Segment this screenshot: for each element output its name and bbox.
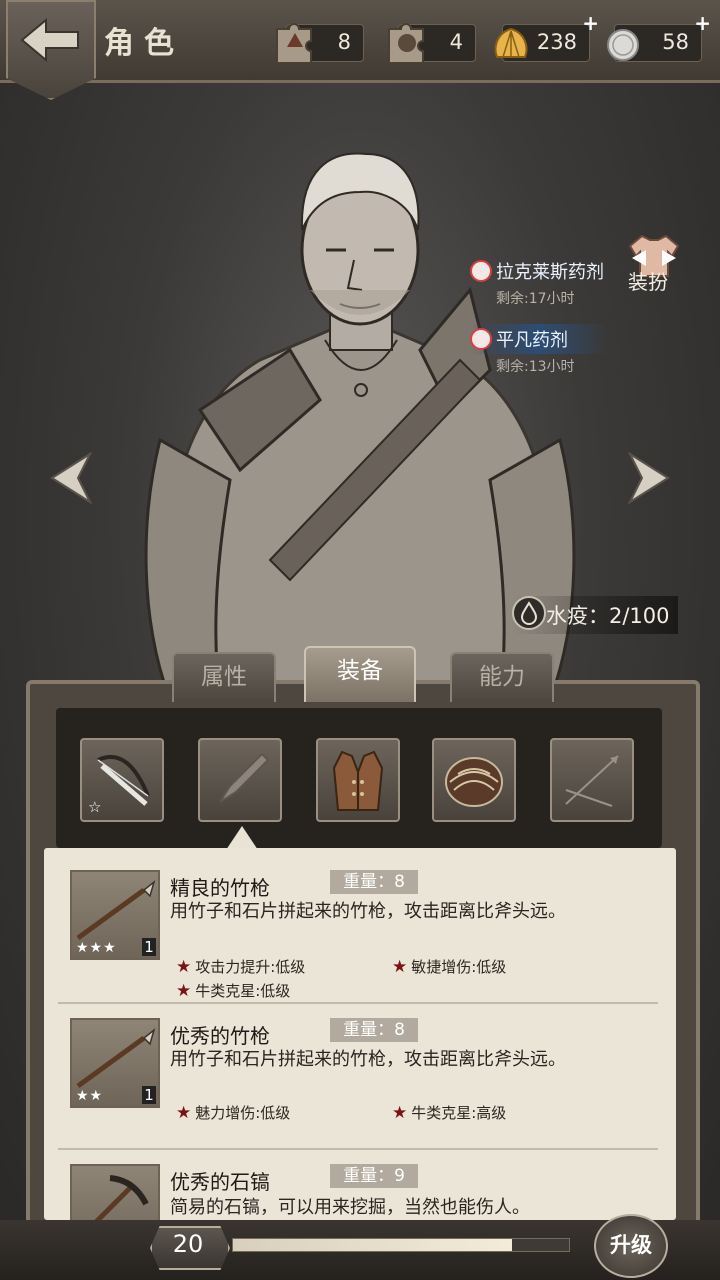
- item-weight: 重量：8: [330, 870, 418, 894]
- character-fragment-icon: [381, 15, 433, 71]
- puzzle-count: 8: [337, 30, 351, 54]
- tab-equipment[interactable]: 装备: [304, 646, 416, 702]
- back-arrow-icon: [20, 17, 79, 63]
- item-name: 精良的竹枪: [170, 876, 270, 900]
- next-character-button[interactable]: [626, 451, 672, 508]
- buff-rakles-potion[interactable]: 拉克莱斯药剂 剩余:17小时: [470, 256, 644, 308]
- plague-value: 水疫：2/100: [546, 604, 670, 628]
- potion-icon: [470, 328, 492, 350]
- item-description: 用竹子和石片拼起来的竹枪，攻击距离比斧头远。: [170, 901, 566, 922]
- prev-character-button[interactable]: [48, 451, 94, 508]
- slot-arrows[interactable]: [550, 738, 634, 822]
- top-bar: 角色 8 4 238 + 58 +: [0, 0, 720, 100]
- slot-dagger[interactable]: [198, 738, 282, 822]
- list-divider: [58, 1002, 658, 1004]
- item-weight: 重量：8: [330, 1018, 418, 1042]
- item-attribute: 敏捷增伤:低级: [392, 956, 506, 977]
- experience-fill: [233, 1239, 512, 1251]
- shell-shield-icon: [445, 757, 503, 807]
- add-coin-icon[interactable]: +: [694, 11, 711, 35]
- puzzle-icon: [269, 15, 321, 71]
- fragment-count: 4: [449, 30, 463, 54]
- item-count: 1: [142, 1086, 156, 1104]
- shell-resource[interactable]: 238 +: [494, 11, 599, 62]
- item-attribute: 攻击力提升:低级: [176, 956, 305, 977]
- tab-attributes[interactable]: 属性: [172, 652, 276, 702]
- puzzle-resource[interactable]: 8: [276, 23, 364, 64]
- fragment-resource[interactable]: 4: [388, 23, 476, 64]
- plague-status: 水疫：2/100: [512, 596, 678, 634]
- item-thumbnail: ★★★ 1: [70, 870, 160, 960]
- item-thumbnail: [70, 1164, 160, 1220]
- page-title: 角色: [104, 26, 184, 61]
- buff-time: 剩余:13小时: [496, 359, 575, 375]
- item-description: 简易的石镐，可以用来挖掘，当然也能伤人。: [170, 1197, 530, 1218]
- character-stage: 装扮 拉克莱斯药剂 剩余:17小时 平凡药剂 剩余:13小时: [0, 80, 720, 740]
- list-divider: [58, 1148, 658, 1150]
- item-thumbnail: ★★ 1: [70, 1018, 160, 1108]
- slot-vest[interactable]: [316, 738, 400, 822]
- level-value: 20: [172, 1230, 204, 1258]
- item-name: 优秀的竹枪: [170, 1024, 270, 1048]
- slot-shell-shield[interactable]: [432, 738, 516, 822]
- buff-time: 剩余:17小时: [496, 291, 575, 307]
- dagger-icon: [219, 752, 270, 803]
- pickaxe-icon: [94, 1175, 149, 1220]
- coin-icon: [597, 15, 645, 71]
- upgrade-button[interactable]: 升级: [594, 1214, 668, 1278]
- item-weight: 重量：9: [330, 1164, 418, 1188]
- shell-count: 238: [536, 30, 577, 54]
- slot-pointer: [226, 826, 258, 850]
- arrow-right-icon: [627, 451, 670, 505]
- arrows-icon: [565, 755, 619, 807]
- item-attribute: 魅力增伤:低级: [176, 1102, 290, 1123]
- water-drop-icon: [512, 596, 546, 630]
- item-name: 优秀的石镐: [170, 1170, 270, 1194]
- item-stars: ★★★: [76, 940, 117, 956]
- equipment-list[interactable]: ★★★ 1 精良的竹枪 重量：8 用竹子和石片拼起来的竹枪，攻击距离比斧头远。 …: [44, 848, 676, 1220]
- potion-icon: [470, 260, 492, 282]
- item-description: 用竹子和石片拼起来的竹枪，攻击距离比斧头远。: [170, 1049, 566, 1070]
- buff-title: 拉克莱斯药剂: [496, 262, 604, 283]
- coin-count: 58: [662, 30, 689, 54]
- item-attribute: 牛类克星:高级: [392, 1102, 506, 1123]
- item-count: 1: [142, 938, 156, 956]
- arrow-left-icon: [50, 451, 93, 505]
- vest-icon: [332, 750, 384, 811]
- star-icon: ☆: [88, 798, 102, 816]
- slot-bow[interactable]: ☆: [80, 738, 164, 822]
- item-stars: ★★: [76, 1088, 104, 1104]
- item-attribute: 牛类克星:低级: [176, 980, 290, 1001]
- buff-plain-potion[interactable]: 平凡药剂 剩余:13小时: [470, 324, 608, 376]
- shell-icon: [485, 15, 533, 71]
- tab-abilities[interactable]: 能力: [450, 652, 554, 702]
- experience-bar: [232, 1238, 570, 1252]
- coin-resource[interactable]: 58 +: [607, 11, 711, 62]
